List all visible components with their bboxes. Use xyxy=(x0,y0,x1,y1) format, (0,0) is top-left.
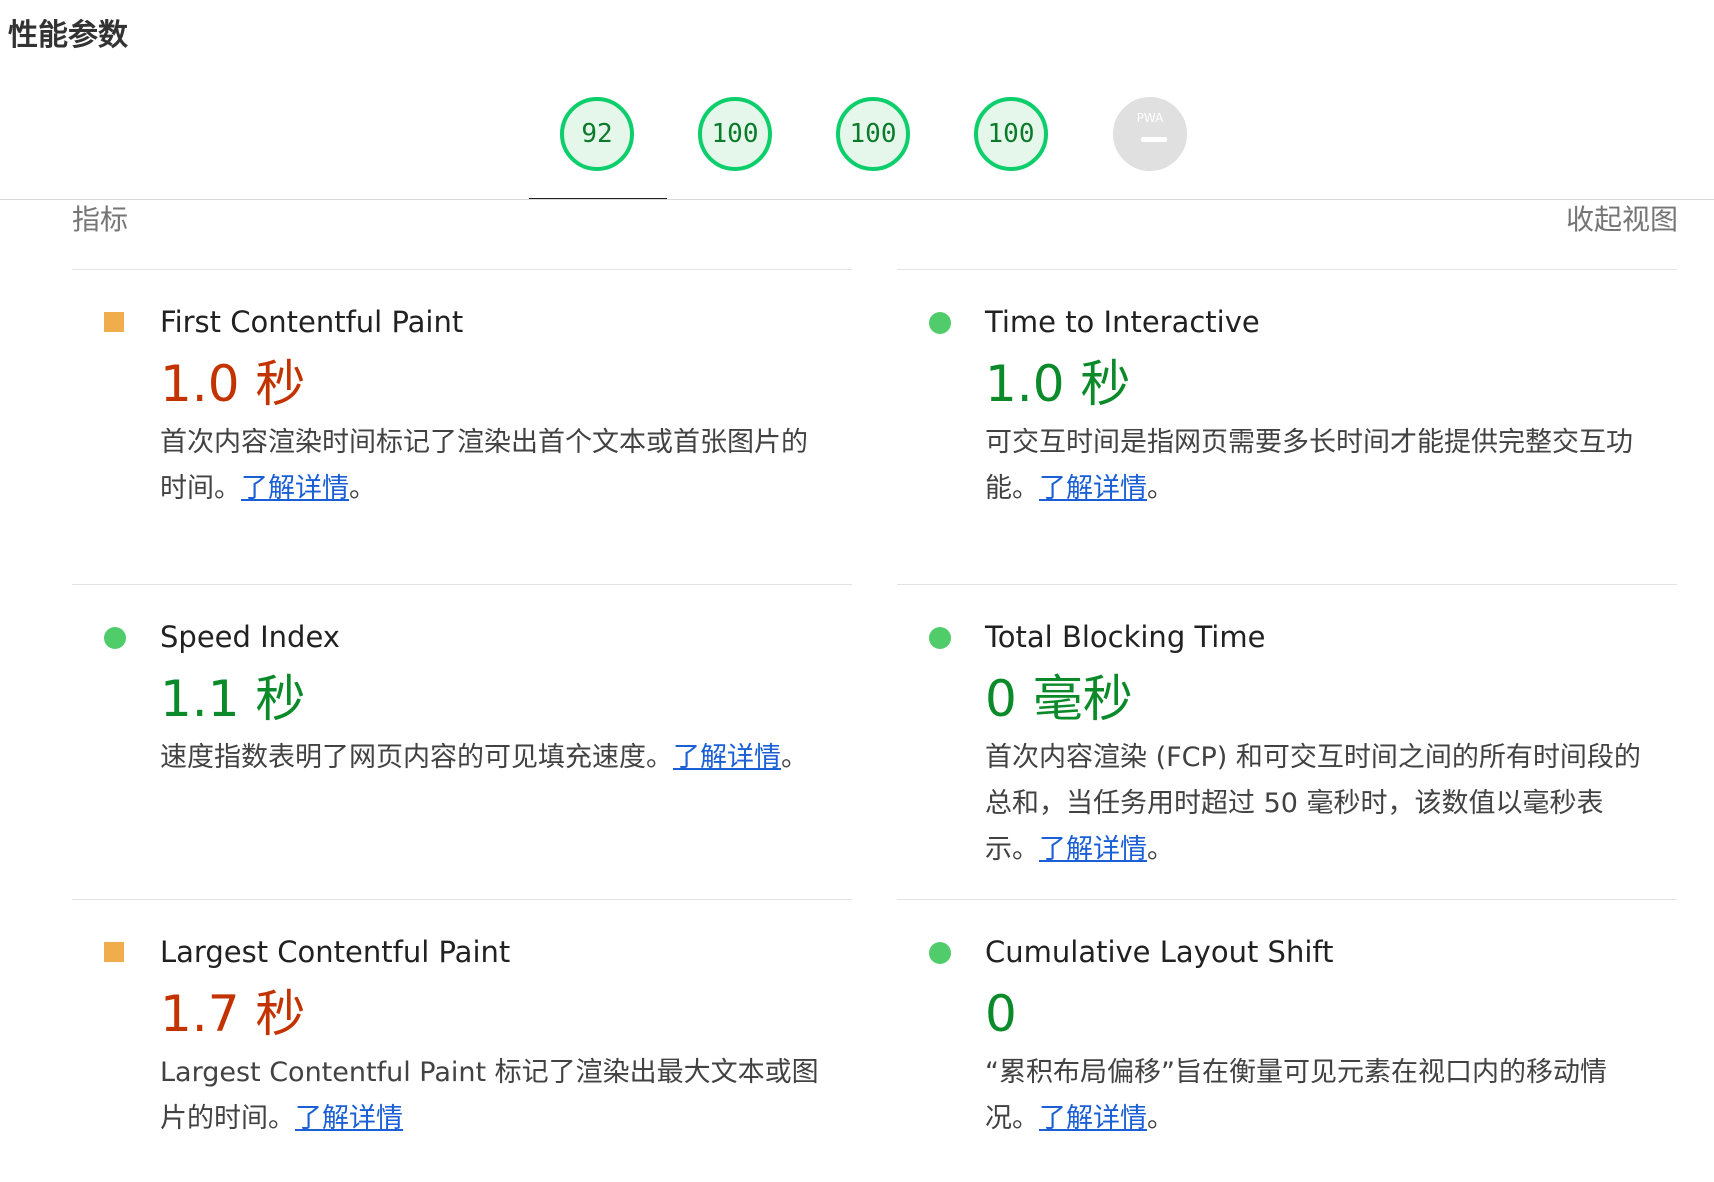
gauge-score: 100 xyxy=(711,119,759,149)
metric-largest-contentful-paint: Largest Contentful Paint 1.7 秒 Largest C… xyxy=(72,899,852,1182)
metric-time-to-interactive: Time to Interactive 1.0 秒 可交互时间是指网页需要多长时… xyxy=(897,269,1677,584)
metric-description: 首次内容渲染 (FCP) 和可交互时间之间的所有时间段的总和，当任务用时超过 5… xyxy=(985,735,1655,873)
metric-name: Largest Contentful Paint xyxy=(160,935,511,969)
description-text: Largest Contentful Paint 标记了渲染出最大文本或图片的时… xyxy=(160,1057,819,1134)
dash-icon xyxy=(1141,137,1167,142)
performance-score-gauge[interactable]: 92 xyxy=(560,97,634,171)
metric-name: Speed Index xyxy=(160,620,340,654)
metric-value: 0 xyxy=(985,985,1017,1043)
learn-more-link[interactable]: 了解详情 xyxy=(241,473,349,504)
pwa-badge-gauge[interactable]: PWA xyxy=(1113,97,1187,171)
description-tail: 。 xyxy=(1147,834,1174,865)
gauge-score: 92 xyxy=(581,119,613,149)
pass-status-icon xyxy=(104,627,126,649)
pass-status-icon xyxy=(929,942,951,964)
description-tail: 。 xyxy=(1147,473,1174,504)
metric-speed-index: Speed Index 1.1 秒 速度指数表明了网页内容的可见填充速度。了解详… xyxy=(72,584,852,899)
description-text: 速度指数表明了网页内容的可见填充速度。 xyxy=(160,742,673,773)
metric-value: 1.7 秒 xyxy=(160,985,306,1043)
seo-score-gauge[interactable]: 100 xyxy=(974,97,1048,171)
metric-total-blocking-time: Total Blocking Time 0 毫秒 首次内容渲染 (FCP) 和可… xyxy=(897,584,1677,899)
average-status-icon xyxy=(104,942,124,962)
metric-description: 可交互时间是指网页需要多长时间才能提供完整交互功能。了解详情。 xyxy=(985,420,1655,512)
metric-first-contentful-paint: First Contentful Paint 1.0 秒 首次内容渲染时间标记了… xyxy=(72,269,852,584)
gauge-score: 100 xyxy=(849,119,897,149)
accessibility-score-gauge[interactable]: 100 xyxy=(698,97,772,171)
metrics-section-label: 指标 xyxy=(72,203,129,236)
header-divider xyxy=(0,199,1714,200)
metric-name: Total Blocking Time xyxy=(985,620,1266,654)
learn-more-link[interactable]: 了解详情 xyxy=(295,1103,403,1134)
metric-name: Time to Interactive xyxy=(985,305,1260,339)
page-title: 性能参数 xyxy=(8,18,128,53)
pass-status-icon xyxy=(929,312,951,334)
learn-more-link[interactable]: 了解详情 xyxy=(673,742,781,773)
metric-name: Cumulative Layout Shift xyxy=(985,935,1334,969)
metric-description: “累积布局偏移”旨在衡量可见元素在视口内的移动情况。了解详情。 xyxy=(985,1050,1655,1142)
collapse-view-toggle[interactable]: 收起视图 xyxy=(1566,200,1678,240)
metric-description: 速度指数表明了网页内容的可见填充速度。了解详情。 xyxy=(160,735,830,781)
learn-more-link[interactable]: 了解详情 xyxy=(1039,834,1147,865)
metric-value: 1.1 秒 xyxy=(160,670,306,728)
learn-more-link[interactable]: 了解详情 xyxy=(1039,473,1147,504)
metric-description: 首次内容渲染时间标记了渲染出首个文本或首张图片的时间。了解详情。 xyxy=(160,420,830,512)
gauge-score: 100 xyxy=(987,119,1035,149)
metric-value: 1.0 秒 xyxy=(985,355,1131,413)
description-tail: 。 xyxy=(781,742,808,773)
metric-description: Largest Contentful Paint 标记了渲染出最大文本或图片的时… xyxy=(160,1050,830,1142)
average-status-icon xyxy=(104,312,124,332)
metric-cumulative-layout-shift: Cumulative Layout Shift 0 “累积布局偏移”旨在衡量可见… xyxy=(897,899,1677,1182)
description-tail: 。 xyxy=(349,473,376,504)
best-practices-score-gauge[interactable]: 100 xyxy=(836,97,910,171)
metric-value: 1.0 秒 xyxy=(160,355,306,413)
metric-name: First Contentful Paint xyxy=(160,305,464,339)
pwa-icon: PWA xyxy=(1136,111,1164,125)
pass-status-icon xyxy=(929,627,951,649)
description-tail: 。 xyxy=(1147,1103,1174,1134)
metric-value: 0 毫秒 xyxy=(985,670,1133,728)
learn-more-link[interactable]: 了解详情 xyxy=(1039,1103,1147,1134)
